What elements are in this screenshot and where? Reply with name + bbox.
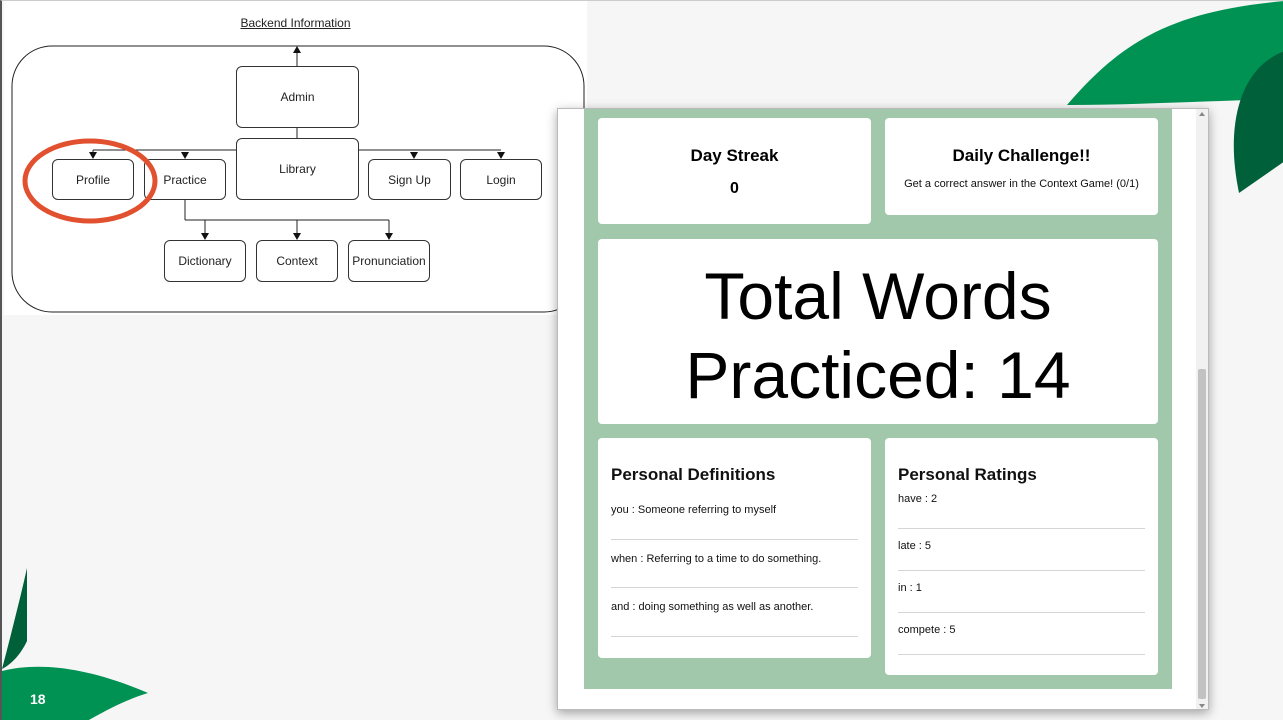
list-item: late : 5 <box>898 529 1145 571</box>
leaf-bottom-left <box>2 666 148 720</box>
daily-challenge-text: Get a correct answer in the Context Game… <box>904 178 1139 190</box>
total-words-line2: Practiced: 14 <box>685 338 1071 412</box>
list-item: compete : 5 <box>898 613 1145 655</box>
day-streak-card: Day Streak 0 <box>598 118 871 224</box>
vertical-scrollbar[interactable] <box>1196 109 1208 709</box>
personal-definitions-card: Personal Definitions you : Someone refer… <box>598 438 871 658</box>
day-streak-value: 0 <box>730 180 739 197</box>
profile-page-window: Day Streak 0 Daily Challenge!! Get a cor… <box>557 108 1209 710</box>
profile-highlight-circle <box>22 138 158 224</box>
day-streak-title: Day Streak <box>690 146 779 165</box>
personal-ratings-title: Personal Ratings <box>898 465 1037 484</box>
list-item: and : doing something as well as another… <box>611 588 858 637</box>
personal-ratings-list: have : 2 late : 5 in : 1 compete : 5 <box>898 493 1145 655</box>
list-item: have : 2 <box>898 493 1145 529</box>
leaf-bottom-left-dark <box>2 568 27 669</box>
scroll-up-arrow-icon[interactable] <box>1199 112 1205 116</box>
presentation-slide: Backend Information Admin Library Profil… <box>0 0 1283 720</box>
scrollbar-thumb[interactable] <box>1198 369 1206 699</box>
total-words-text: Total Words Practiced: 14 <box>598 257 1158 415</box>
list-item: when : Referring to a time to do somethi… <box>611 540 858 588</box>
profile-dashboard: Day Streak 0 Daily Challenge!! Get a cor… <box>584 109 1172 689</box>
total-words-card: Total Words Practiced: 14 <box>598 239 1158 424</box>
list-item: you : Someone referring to myself <box>611 504 858 540</box>
personal-definitions-title: Personal Definitions <box>611 465 776 484</box>
personal-definitions-list: you : Someone referring to myself when :… <box>611 504 858 637</box>
personal-ratings-card: Personal Ratings have : 2 late : 5 in : … <box>885 438 1158 675</box>
total-words-line1: Total Words <box>704 259 1052 333</box>
list-item: in : 1 <box>898 571 1145 613</box>
scroll-down-arrow-icon[interactable] <box>1199 704 1205 708</box>
daily-challenge-title: Daily Challenge!! <box>952 146 1091 165</box>
slide-number: 18 <box>30 691 46 707</box>
backend-diagram: Backend Information Admin Library Profil… <box>4 1 587 315</box>
daily-challenge-card: Daily Challenge!! Get a correct answer i… <box>885 118 1158 215</box>
